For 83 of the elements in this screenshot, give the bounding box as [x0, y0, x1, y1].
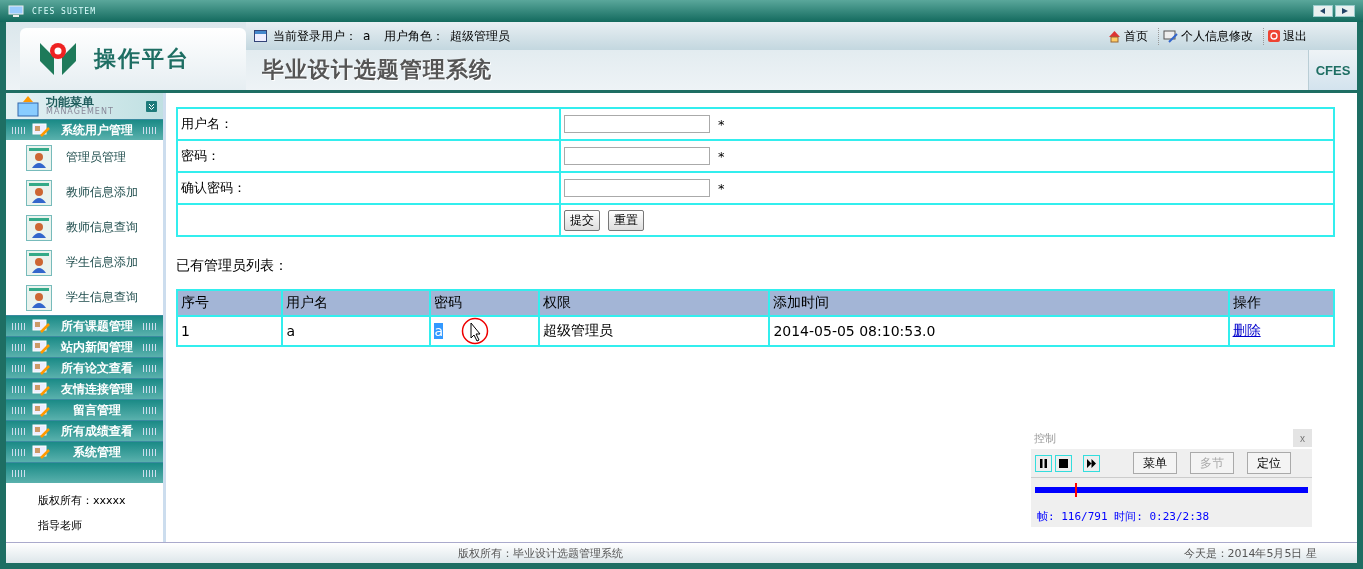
edit-card-icon — [32, 123, 50, 137]
edit-card-icon — [32, 445, 50, 459]
edit-card-icon — [32, 361, 50, 375]
nav-link[interactable]: 首页 — [1104, 27, 1152, 45]
previous-button[interactable] — [1313, 5, 1333, 17]
menu-title: 功能菜单 — [46, 96, 94, 108]
collapse-icon — [146, 100, 157, 112]
edit-icon — [1163, 29, 1178, 43]
required-mark: * — [718, 180, 725, 196]
edit-card-icon — [32, 424, 50, 438]
stop-button[interactable] — [1055, 454, 1072, 472]
brand-label: CFES — [1308, 50, 1357, 90]
role: 超级管理员 — [450, 27, 511, 45]
edit-card-icon — [32, 403, 50, 417]
list-title: 已有管理员列表： — [176, 257, 289, 275]
cursor-icon — [461, 317, 489, 345]
input-field[interactable] — [564, 147, 710, 165]
cell-text: 2014-05-05 08:10:53.0 — [773, 323, 936, 339]
date-text: 今天是：2014年5月5日 星 — [1183, 545, 1317, 561]
logo-text: 操作平台 — [94, 45, 190, 73]
user-card-icon — [26, 249, 52, 276]
user-card-icon — [26, 144, 52, 171]
window-title: CFES SUSTEM — [32, 6, 96, 16]
user-card-icon — [26, 284, 52, 311]
required-mark: * — [718, 148, 725, 164]
menu-item[interactable]: 管理员管理 — [6, 140, 163, 175]
stop-icon — [1059, 458, 1068, 468]
menu-item[interactable]: 教师信息查询 — [6, 210, 163, 245]
fast-forward-icon — [1087, 458, 1096, 468]
menu-item[interactable]: 学生信息查询 — [6, 280, 163, 315]
menu-item[interactable]: 学生信息添加 — [6, 245, 163, 280]
input-field[interactable] — [564, 115, 710, 133]
cell-text: 超级管理员 — [542, 322, 613, 338]
sidebar-note: 版权所有：xxxxx — [37, 493, 127, 508]
panel-button[interactable]: 定位 — [1247, 452, 1291, 474]
login-user-label: 当前登录用户： — [273, 27, 357, 45]
user-card-icon — [26, 214, 52, 241]
home-icon — [1108, 29, 1121, 43]
edit-card-icon — [32, 340, 50, 354]
column-header: 密码 — [430, 290, 539, 316]
field-label: 密码： — [177, 140, 560, 172]
form-button[interactable]: 提交 — [564, 209, 600, 231]
column-header: 添加时间 — [769, 290, 1229, 316]
power-icon — [1268, 30, 1280, 42]
copyright-text: 版权所有：毕业设计选题管理系统 — [458, 545, 623, 561]
column-header: 操作 — [1228, 290, 1334, 316]
column-header: 用户名 — [282, 290, 431, 316]
right-triangle-icon — [1342, 8, 1348, 14]
progress-thumb[interactable] — [1075, 483, 1078, 497]
monitor-icon — [8, 5, 24, 17]
system-title: 毕业设计选题管理系统 — [262, 56, 492, 84]
pause-button[interactable] — [1035, 454, 1052, 472]
edit-card-icon — [32, 382, 50, 396]
menu-subtitle: MANAGEMENT — [46, 108, 115, 116]
left-triangle-icon — [1320, 8, 1326, 14]
field-label: 用户名： — [177, 108, 560, 140]
sidebar-note: 指导老师 — [37, 518, 83, 533]
window-icon — [254, 30, 267, 42]
cell-text: 1 — [181, 323, 190, 339]
menu-item[interactable]: 教师信息添加 — [6, 175, 163, 210]
cell-text: a — [434, 323, 443, 339]
cell-text: a — [286, 323, 295, 339]
role-label: 用户角色： — [384, 27, 445, 45]
fast-forward-button[interactable] — [1083, 454, 1100, 472]
form-button[interactable]: 重置 — [608, 209, 644, 231]
column-header: 序号 — [177, 290, 283, 316]
next-button[interactable] — [1335, 5, 1355, 17]
close-button[interactable]: x — [1293, 429, 1312, 447]
required-mark: * — [718, 116, 725, 132]
menu-box-icon — [16, 95, 40, 117]
panel-title: 控制 — [1034, 430, 1056, 446]
frame-time-readout: 帧: 116/791 时间: 0:23/2:38 — [1037, 509, 1211, 524]
edit-card-icon — [32, 319, 50, 333]
panel-button[interactable]: 菜单 — [1133, 452, 1177, 474]
nav-link[interactable]: 个人信息修改 — [1158, 27, 1257, 45]
delete-link[interactable]: 删除 — [1232, 322, 1261, 338]
input-field[interactable] — [564, 179, 710, 197]
user-card-icon — [26, 179, 52, 206]
nav-link[interactable]: 退出 — [1263, 27, 1311, 45]
login-user: a — [363, 29, 371, 43]
pause-icon — [1039, 458, 1048, 468]
column-header: 权限 — [538, 290, 770, 316]
field-label: 确认密码： — [177, 172, 560, 204]
